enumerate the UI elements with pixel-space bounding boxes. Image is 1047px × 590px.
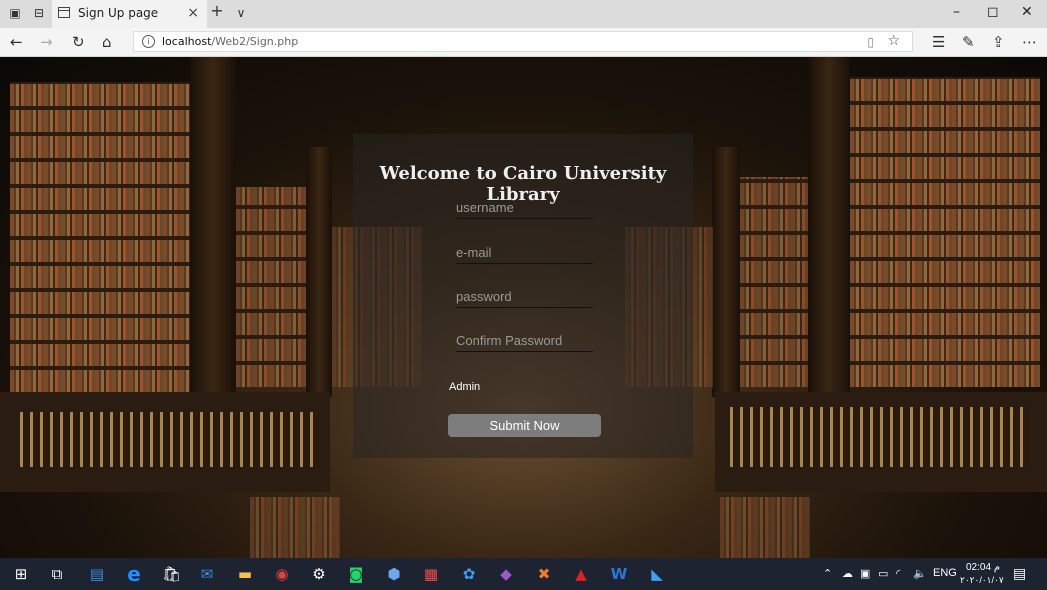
box-icon[interactable]: ⬢ (385, 565, 403, 583)
onedrive-icon[interactable]: ☁ (842, 567, 853, 580)
tab-aside-icon[interactable]: ⊟ (32, 6, 46, 20)
column-right (808, 57, 850, 397)
clock-date[interactable]: ٢٠٢٠/٠١/٠٧ (960, 575, 1004, 586)
admin-label[interactable]: Admin (449, 381, 480, 393)
share-icon[interactable]: ⇪ (992, 33, 1005, 51)
reading-view-icon[interactable]: ▯ (867, 35, 874, 49)
url-path: /Web2/Sign.php (211, 35, 299, 48)
bookcase-left-inner-rows (236, 187, 306, 387)
store-bag-icon[interactable]: 🛍 (162, 565, 181, 583)
pen-icon[interactable]: ✎ (962, 33, 975, 51)
wifi-icon[interactable]: ◜ (896, 567, 900, 580)
lower-shelf-right (720, 497, 810, 558)
url-text: localhost/Web2/Sign.php (162, 35, 298, 48)
forward-icon[interactable]: → (40, 33, 53, 51)
tab-actions-icon[interactable]: ▣ (8, 6, 22, 20)
windows-taskbar: ⊞ ⧉ ▤ e 🛍 ✉ ▬ ◉ ⚙ ◙ ⬢ ▦ ✿ ◆ ✖ ▲ W ◣ ⌃ ☁ … (0, 558, 1047, 590)
new-tab-icon[interactable]: + (210, 3, 224, 19)
lower-shelf-left (250, 497, 340, 558)
settings-icon[interactable]: ⚙ (310, 565, 328, 583)
browser-navbar: ← → ↻ ⌂ i localhost/Web2/Sign.php ▯ ☆ ☰ … (0, 28, 1047, 57)
more-icon[interactable]: ⋯ (1022, 33, 1037, 51)
windows-start-icon[interactable]: ⊞ (12, 565, 30, 583)
file-explorer-icon[interactable]: ▬ (236, 565, 254, 583)
grid-app-icon[interactable]: ▦ (422, 565, 440, 583)
column-right-2 (712, 147, 740, 397)
minimize-icon[interactable]: – (953, 4, 960, 20)
acrobat-icon[interactable]: ▲ (572, 565, 590, 583)
edge-icon[interactable]: e (125, 564, 143, 584)
bookcase-right-inner-rows (740, 177, 808, 387)
bookcase-right-rows (850, 77, 1040, 387)
bookcase-left-rows (10, 82, 190, 392)
home-icon[interactable]: ⌂ (102, 33, 112, 51)
info-icon[interactable]: i (142, 35, 155, 48)
visual-studio-icon[interactable]: ◆ (497, 565, 515, 583)
word-icon[interactable]: W (610, 565, 628, 583)
store-icon[interactable]: ▤ (88, 565, 106, 583)
photos-icon[interactable]: ✿ (460, 565, 478, 583)
clock-time[interactable]: 02:04 م (966, 562, 1000, 573)
column-left (190, 57, 236, 397)
url-host: localhost (162, 35, 212, 48)
language-indicator[interactable]: ENG (933, 567, 957, 579)
tab-close-icon[interactable]: × (187, 5, 199, 21)
email-input[interactable] (456, 241, 593, 264)
maximize-icon[interactable]: ◻ (987, 4, 999, 20)
close-window-icon[interactable]: ✕ (1021, 4, 1033, 20)
favorites-hub-icon[interactable]: ☰ (932, 33, 945, 51)
tab-menu-icon[interactable]: ∨ (234, 6, 248, 20)
xampp-icon[interactable]: ✖ (535, 565, 553, 583)
battery-icon[interactable]: ▭ (878, 567, 888, 580)
submit-button[interactable]: Submit Now (448, 414, 601, 437)
back-icon[interactable]: ← (10, 33, 23, 51)
confirm-password-input[interactable] (456, 329, 593, 352)
whatsapp-icon[interactable]: ◙ (347, 565, 365, 583)
username-input[interactable] (456, 196, 593, 219)
favorite-star-icon[interactable]: ☆ (887, 33, 900, 49)
column-left-2 (306, 147, 332, 397)
signup-panel: Welcome to Cairo University Library Admi… (353, 134, 693, 458)
network-icon[interactable]: ▣ (860, 567, 870, 580)
railing-left (20, 412, 320, 467)
chrome-icon[interactable]: ◉ (273, 565, 291, 583)
tab-sign-up[interactable]: Sign Up page × (52, 0, 207, 28)
refresh-icon[interactable]: ↻ (72, 33, 85, 51)
railing-right (730, 407, 1030, 467)
notification-icon[interactable]: ▤ (1013, 565, 1026, 582)
vscode-icon[interactable]: ◣ (648, 565, 666, 583)
task-view-icon[interactable]: ⧉ (48, 565, 66, 583)
volume-icon[interactable]: 🔈 (913, 567, 927, 580)
password-input[interactable] (456, 285, 593, 308)
mail-icon[interactable]: ✉ (198, 565, 216, 583)
tray-chevron-icon[interactable]: ⌃ (823, 567, 832, 580)
page-icon (58, 7, 70, 18)
browser-titlebar: ▣ ⊟ Sign Up page × + ∨ – ◻ ✕ (0, 0, 1047, 28)
address-bar[interactable]: i localhost/Web2/Sign.php ▯ ☆ (133, 31, 913, 52)
tab-title: Sign Up page (78, 6, 159, 20)
